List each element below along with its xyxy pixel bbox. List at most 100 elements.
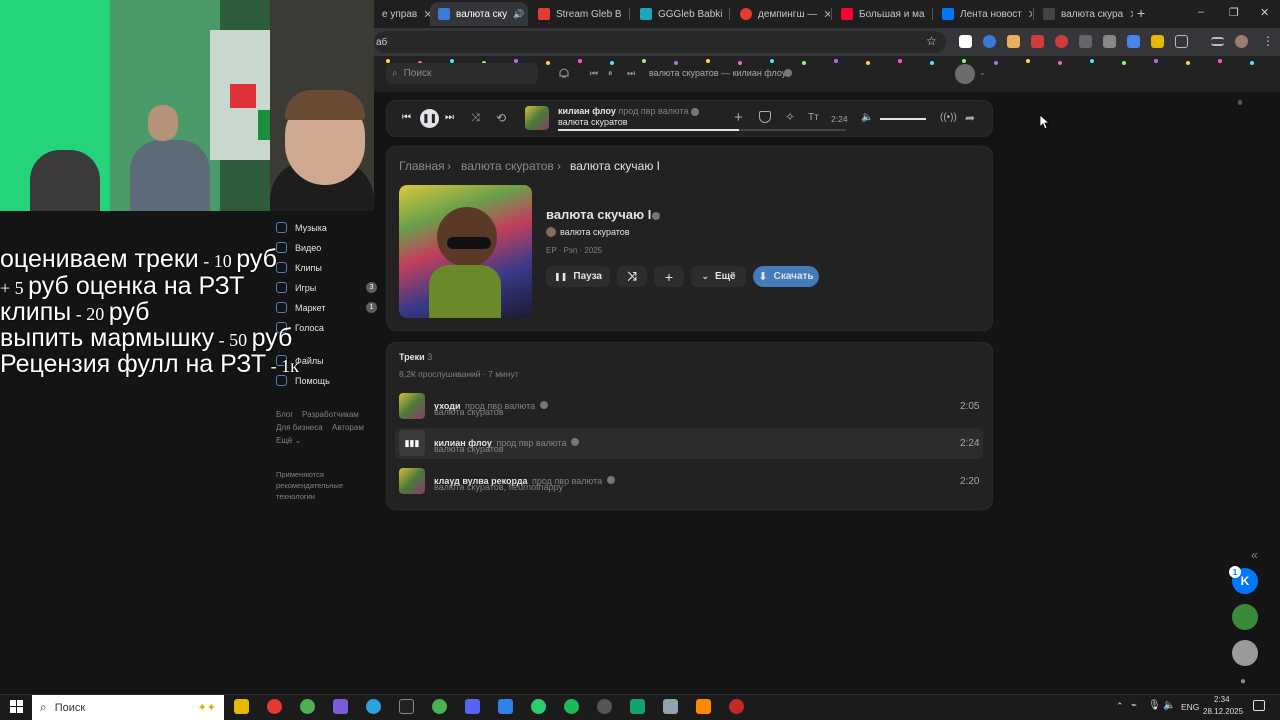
- add-album-button[interactable]: +: [654, 266, 684, 287]
- extension-icon[interactable]: [1031, 35, 1044, 48]
- discord-icon[interactable]: [465, 699, 480, 714]
- search-input[interactable]: ⌕ Поиск: [386, 63, 538, 84]
- footer-link-more[interactable]: Ещё ⌄: [276, 436, 301, 445]
- chevron-down-icon[interactable]: ⌄: [979, 68, 986, 77]
- volume-slider[interactable]: [880, 118, 926, 120]
- track-cover[interactable]: [399, 393, 425, 419]
- player-track-info[interactable]: килиан флоу прод пвр валюта: [558, 106, 700, 116]
- sidebar-item-music[interactable]: Музыка: [276, 222, 327, 233]
- user-avatar[interactable]: [955, 64, 975, 84]
- share-icon[interactable]: ➦: [965, 111, 975, 125]
- browser-tab[interactable]: Большая и ма ✕: [833, 2, 931, 26]
- shuffle-icon[interactable]: ⤨: [471, 112, 480, 125]
- prev-track-button[interactable]: ⏮: [402, 112, 411, 123]
- tray-chevron-icon[interactable]: ⌃: [1116, 701, 1124, 712]
- pause-button[interactable]: ❚❚: [420, 109, 439, 128]
- browser-tab[interactable]: Лента новост ✕: [934, 2, 1032, 26]
- album-artist[interactable]: валюта скуратов: [560, 227, 630, 237]
- yandex-browser-icon[interactable]: [267, 699, 282, 714]
- more-button[interactable]: ⌄ Ещё: [691, 266, 746, 287]
- broadcast-icon[interactable]: ((•)): [940, 112, 957, 123]
- puzzle-icon[interactable]: [1175, 35, 1188, 48]
- shield-icon[interactable]: [630, 699, 645, 714]
- extension-icon[interactable]: [1151, 35, 1164, 48]
- album-cover[interactable]: [399, 185, 532, 318]
- pause-album-button[interactable]: ❚❚ Пауза: [546, 266, 610, 287]
- sparkle-icon[interactable]: ✧: [785, 110, 795, 124]
- app-icon[interactable]: [663, 699, 678, 714]
- browser-tab[interactable]: Stream Gleb B ✕: [530, 2, 628, 26]
- taskbar-search[interactable]: ⌕ Поиск ✦✦: [32, 695, 224, 720]
- browser-tab[interactable]: е управ ✕: [374, 2, 430, 26]
- chat-avatar[interactable]: [1232, 640, 1258, 666]
- vlc-icon[interactable]: [696, 699, 711, 714]
- shuffle-button[interactable]: ⤨: [617, 266, 647, 287]
- language-indicator[interactable]: ENG: [1181, 702, 1199, 712]
- close-icon[interactable]: ✕: [423, 8, 430, 21]
- telegram-icon[interactable]: [366, 699, 381, 714]
- clock-time[interactable]: 2:34: [1214, 695, 1230, 704]
- prev-track-icon[interactable]: ⏮: [590, 68, 598, 79]
- media-control-icon[interactable]: [1211, 37, 1224, 46]
- extension-icon[interactable]: [1079, 35, 1092, 48]
- header-now-playing[interactable]: валюта скуратов — килиан флоу: [649, 68, 786, 78]
- extension-icon[interactable]: [983, 35, 996, 48]
- footer-link-blog[interactable]: Блог: [276, 410, 293, 419]
- new-tab-button[interactable]: +: [1137, 5, 1145, 21]
- browser-tab[interactable]: валюта скура ✕: [1035, 2, 1133, 26]
- track-artist[interactable]: валюта скуратов: [434, 407, 504, 417]
- next-track-icon[interactable]: ⏭: [627, 68, 635, 79]
- extension-icon[interactable]: [1007, 35, 1020, 48]
- next-track-button[interactable]: ⏭: [445, 112, 454, 123]
- app-icon[interactable]: [531, 699, 546, 714]
- close-window-button[interactable]: ✕: [1260, 6, 1269, 19]
- breadcrumb-home[interactable]: Главная: [399, 159, 445, 173]
- vscode-icon[interactable]: [498, 699, 513, 714]
- microphone-icon[interactable]: 🎙: [1148, 700, 1161, 711]
- sidebar-item-clips[interactable]: Клипы: [276, 262, 322, 273]
- sidebar-item-video[interactable]: Видео: [276, 242, 321, 253]
- bell-icon[interactable]: [557, 66, 571, 80]
- recommendation-note[interactable]: Применяются рекомендательные технологии: [276, 469, 356, 502]
- pause-icon[interactable]: ⏸: [608, 68, 613, 79]
- app-icon[interactable]: [597, 699, 612, 714]
- extension-icon[interactable]: [1127, 35, 1140, 48]
- clock-date[interactable]: 28.12.2025: [1203, 707, 1243, 716]
- speaker-icon[interactable]: 🔈: [1163, 700, 1175, 711]
- track-cover[interactable]: [399, 468, 425, 494]
- extension-icon[interactable]: [959, 35, 972, 48]
- chrome-icon[interactable]: [300, 699, 315, 714]
- close-icon[interactable]: ✕: [1129, 8, 1133, 21]
- chrome-icon[interactable]: [432, 699, 447, 714]
- app-icon[interactable]: [399, 699, 414, 714]
- browser-tab[interactable]: демпингш — ✕: [732, 2, 830, 26]
- browser-tab[interactable]: GGGleb Babki ✕: [632, 2, 728, 26]
- kebab-menu-icon[interactable]: ⋮: [1262, 34, 1274, 48]
- spotify-icon[interactable]: [564, 699, 579, 714]
- app-icon[interactable]: [729, 699, 744, 714]
- dislike-icon[interactable]: [759, 111, 771, 123]
- close-icon[interactable]: ✕: [1028, 8, 1032, 21]
- browser-tab-active[interactable]: валюта ску 🔊 ✕: [430, 2, 528, 26]
- scrollbar-thumb[interactable]: [1238, 100, 1242, 105]
- footer-link-authors[interactable]: Авторам: [332, 423, 364, 432]
- close-icon[interactable]: ✕: [823, 8, 830, 21]
- progress-track[interactable]: [558, 129, 846, 131]
- track-artist[interactable]: валюта скуратов: [434, 444, 504, 454]
- download-button[interactable]: ⬇ Скачать: [753, 266, 819, 287]
- add-icon[interactable]: +: [734, 109, 743, 126]
- windows-start-icon[interactable]: [10, 700, 23, 713]
- breadcrumb-artist[interactable]: валюта скуратов: [461, 159, 554, 173]
- collapse-rail-icon[interactable]: «: [1251, 548, 1258, 562]
- file-explorer-icon[interactable]: [234, 699, 249, 714]
- profile-avatar[interactable]: [1235, 35, 1248, 48]
- chat-bubble-icon[interactable]: ●: [1240, 676, 1246, 687]
- maximize-button[interactable]: ❐: [1229, 6, 1239, 19]
- camera-icon[interactable]: [1103, 35, 1116, 48]
- sidebar-item-market[interactable]: Маркет: [276, 302, 325, 313]
- bookmark-star-icon[interactable]: ☆: [926, 34, 937, 48]
- equalizer-icon[interactable]: ▮▮▮: [399, 430, 425, 456]
- lyrics-icon[interactable]: Tт: [808, 112, 819, 123]
- volume-icon[interactable]: 🔈: [861, 112, 873, 123]
- sidebar-item-games[interactable]: Игры: [276, 282, 316, 293]
